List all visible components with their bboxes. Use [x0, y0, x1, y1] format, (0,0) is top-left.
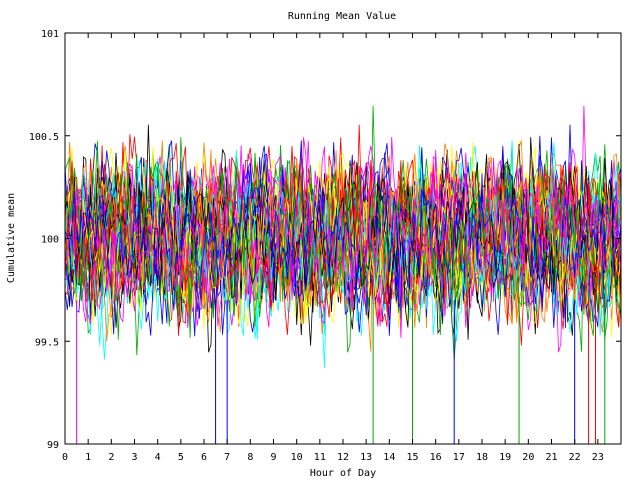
series-lines — [64, 105, 622, 444]
x-tick-label: 10 — [291, 452, 303, 463]
x-tick-label: 18 — [476, 452, 488, 463]
chart: Running Mean Value 99 99.5 100 100.5 101 012… — [0, 0, 640, 480]
x-tick-label: 6 — [201, 452, 207, 463]
x-tick-label: 22 — [569, 452, 581, 463]
x-tick-label: 13 — [360, 452, 372, 463]
y-axis-label: Cumulative mean — [6, 193, 17, 283]
x-tick-label: 23 — [592, 452, 604, 463]
x-tick-label: 12 — [337, 452, 349, 463]
x-tick-label: 21 — [545, 452, 557, 463]
y-tick-label: 99.5 — [35, 337, 59, 348]
y-tick-label: 99 — [47, 440, 59, 451]
x-axis-label: Hour of Day — [310, 468, 376, 479]
x-tick-label: 19 — [499, 452, 511, 463]
x-tick-label: 11 — [314, 452, 326, 463]
x-tick-label: 3 — [131, 452, 137, 463]
y-tick-label: 100 — [41, 235, 59, 246]
x-tick-label: 14 — [383, 452, 395, 463]
chart-title: Running Mean Value — [288, 11, 396, 22]
x-tick-label: 9 — [270, 452, 276, 463]
y-tick-label: 101 — [41, 29, 59, 40]
x-tick-label: 17 — [453, 452, 465, 463]
x-tick-label: 20 — [522, 452, 534, 463]
x-tick-label: 5 — [178, 452, 184, 463]
x-tick-label: 15 — [406, 452, 418, 463]
x-tick-label: 4 — [155, 452, 161, 463]
chart-svg: Running Mean Value 9999.5100100.5101 012… — [6, 11, 622, 479]
x-tick-label: 7 — [224, 452, 230, 463]
x-tick-label: 0 — [62, 452, 68, 463]
x-tick-label: 8 — [247, 452, 253, 463]
y-tick-label: 100.5 — [29, 132, 59, 143]
x-tick-label: 16 — [430, 452, 442, 463]
x-tick-label: 1 — [85, 452, 91, 463]
x-tick-label: 2 — [108, 452, 114, 463]
